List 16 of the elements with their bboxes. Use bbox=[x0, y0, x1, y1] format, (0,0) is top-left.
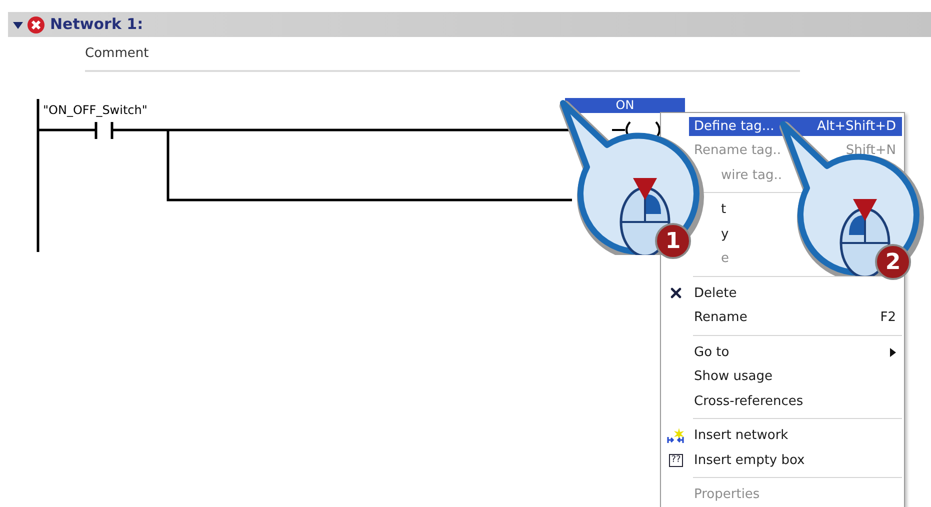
coil-tag-label[interactable]: ON bbox=[565, 98, 685, 113]
menu-item[interactable]: t bbox=[721, 200, 726, 220]
menu-item[interactable]: Insert network bbox=[689, 426, 902, 446]
menu-item[interactable]: Rename F2 bbox=[689, 308, 902, 328]
contact-tag-label[interactable]: "ON_OFF_Switch" bbox=[43, 101, 148, 119]
insert-network-icon bbox=[667, 428, 685, 444]
menu-item[interactable]: Define tag... Alt+Shift+D bbox=[689, 116, 902, 136]
empty-box-icon: ?? bbox=[669, 454, 683, 467]
menu-item[interactable]: Delete bbox=[689, 284, 902, 303]
menu-item[interactable]: Go to bbox=[689, 342, 902, 362]
network-title: Network 1: bbox=[50, 14, 144, 36]
menu-item[interactable]: Insert empty box bbox=[689, 450, 902, 470]
menu-item[interactable]: y bbox=[721, 224, 729, 244]
menu-item[interactable]: Cross-references bbox=[689, 392, 902, 411]
menu-item[interactable]: Show usage bbox=[689, 367, 902, 386]
network-comment[interactable]: Comment bbox=[85, 46, 149, 61]
